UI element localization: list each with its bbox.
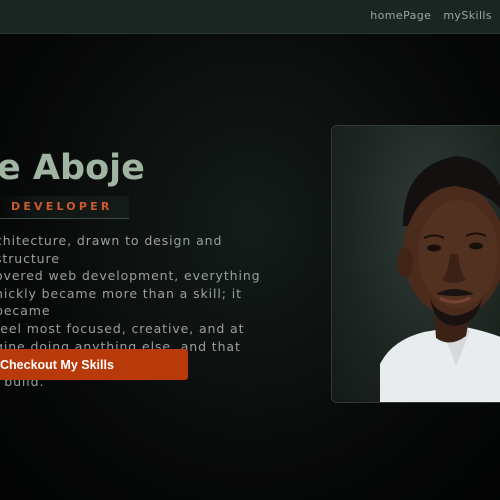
nav-link-myskills[interactable]: mySkills: [443, 9, 492, 22]
nav-links: homePage mySkills: [370, 9, 492, 22]
profile-photo-card: [331, 125, 500, 403]
nav-link-homepage[interactable]: homePage: [370, 9, 431, 22]
top-navbar: homePage mySkills: [0, 0, 500, 34]
checkout-skills-button[interactable]: Checkout My Skills: [0, 349, 188, 380]
role-label: DEVELOPER: [11, 200, 113, 213]
hero-name-title: e Aboje: [0, 148, 145, 188]
profile-portrait: [380, 156, 500, 402]
role-tag: DEVELOPER: [0, 196, 129, 219]
